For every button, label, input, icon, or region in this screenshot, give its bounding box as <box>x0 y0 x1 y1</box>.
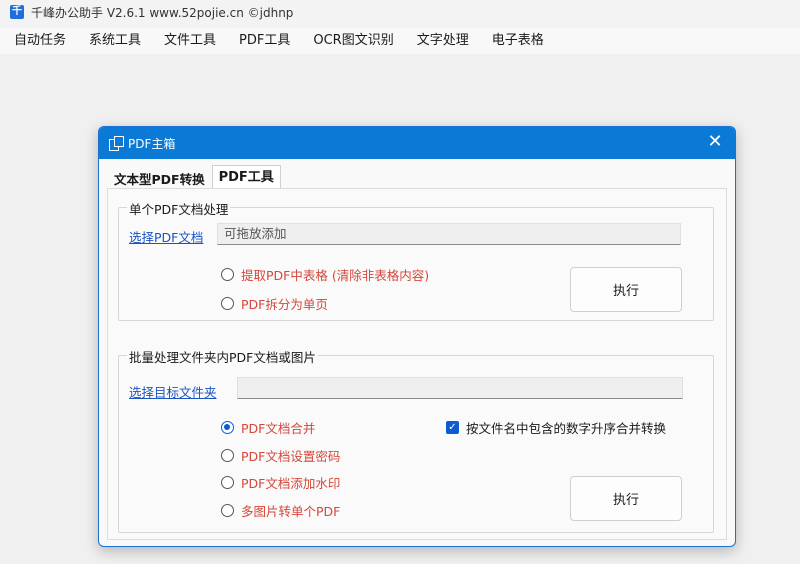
radio-add-watermark[interactable]: PDF文档添加水印 <box>221 473 340 492</box>
sort-by-number-label: 按文件名中包含的数字升序合并转换 <box>466 421 667 436</box>
app-title: 千峰办公助手 V2.6.1 www.52pojie.cn ©jdhnp <box>31 5 294 20</box>
select-folder-link[interactable]: 选择目标文件夹 <box>129 382 217 401</box>
radio-images-to-pdf-indicator <box>221 504 234 517</box>
sort-by-number-checkbox[interactable]: ✓ 按文件名中包含的数字升序合并转换 <box>446 418 666 437</box>
menu-text-processing[interactable]: 文字处理 <box>404 28 479 54</box>
radio-merge-pdf[interactable]: PDF文档合并 <box>221 418 315 437</box>
menu-spreadsheet[interactable]: 电子表格 <box>479 28 554 54</box>
radio-set-password-indicator <box>221 449 234 462</box>
window-icon <box>109 136 124 151</box>
pdf-path-input[interactable]: 可拖放添加 <box>217 223 681 245</box>
radio-set-password[interactable]: PDF文档设置密码 <box>221 446 340 465</box>
menu-pdf-tools[interactable]: PDF工具 <box>226 28 300 54</box>
radio-extract-tables-indicator <box>221 268 234 281</box>
menu-system-tools[interactable]: 系统工具 <box>76 28 151 54</box>
single-pdf-group-title: 单个PDF文档处理 <box>127 199 231 218</box>
single-pdf-group: 单个PDF文档处理 选择PDF文档 可拖放添加 提取PDF中表格 (清除非表格内… <box>118 199 714 321</box>
batch-group-title: 批量处理文件夹内PDF文档或图片 <box>127 347 318 366</box>
batch-group: 批量处理文件夹内PDF文档或图片 选择目标文件夹 PDF文档合并 PDF文档设置… <box>118 347 714 533</box>
tab-text-pdf-convert[interactable]: 文本型PDF转换 <box>107 168 212 189</box>
folder-path-input[interactable] <box>237 377 683 399</box>
dialog-title: PDF主箱 <box>128 136 176 151</box>
radio-extract-tables-label: 提取PDF中表格 (清除非表格内容) <box>241 268 430 283</box>
tab-panel-pdf-tools: 单个PDF文档处理 选择PDF文档 可拖放添加 提取PDF中表格 (清除非表格内… <box>107 188 727 540</box>
select-pdf-link[interactable]: 选择PDF文档 <box>129 227 203 246</box>
radio-split-pages-label: PDF拆分为单页 <box>241 297 328 312</box>
radio-split-pages[interactable]: PDF拆分为单页 <box>221 294 328 313</box>
radio-merge-pdf-indicator <box>221 421 234 434</box>
execute-batch-button[interactable]: 执行 <box>570 476 682 521</box>
radio-images-to-pdf-label: 多图片转单个PDF <box>241 504 341 519</box>
tab-pdf-tools[interactable]: PDF工具 <box>211 165 281 189</box>
radio-extract-tables[interactable]: 提取PDF中表格 (清除非表格内容) <box>221 265 429 284</box>
tab-strip: 文本型PDF转换 PDF工具 <box>107 165 281 189</box>
menu-auto-tasks[interactable]: 自动任务 <box>0 28 76 54</box>
app-title-bar: 千 千峰办公助手 V2.6.1 www.52pojie.cn ©jdhnp <box>0 0 800 24</box>
radio-images-to-pdf[interactable]: 多图片转单个PDF <box>221 501 340 520</box>
dialog-title-bar[interactable]: PDF主箱 ✕ <box>99 127 735 159</box>
radio-add-watermark-label: PDF文档添加水印 <box>241 476 341 491</box>
menu-file-tools[interactable]: 文件工具 <box>151 28 226 54</box>
radio-split-pages-indicator <box>221 297 234 310</box>
pdf-dialog: PDF主箱 ✕ 文本型PDF转换 PDF工具 单个PDF文档处理 选择PDF文档… <box>98 126 736 547</box>
menu-bar: 自动任务 系统工具 文件工具 PDF工具 OCR图文识别 文字处理 电子表格 <box>0 28 800 54</box>
radio-add-watermark-indicator <box>221 476 234 489</box>
radio-set-password-label: PDF文档设置密码 <box>241 449 341 464</box>
menu-ocr[interactable]: OCR图文识别 <box>300 28 403 54</box>
radio-merge-pdf-label: PDF文档合并 <box>241 421 316 436</box>
checkmark-icon: ✓ <box>446 421 459 434</box>
execute-single-button[interactable]: 执行 <box>570 267 682 312</box>
close-icon[interactable]: ✕ <box>695 127 735 159</box>
app-logo-icon: 千 <box>10 5 24 19</box>
